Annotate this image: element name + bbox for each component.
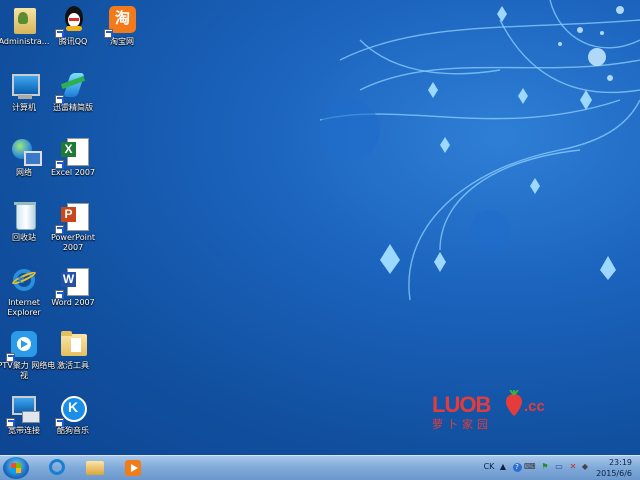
pptv-icon xyxy=(6,328,40,362)
excel-icon: X xyxy=(55,135,89,169)
desktop-icon-thunder[interactable]: 迅雷精简版 xyxy=(41,70,105,113)
desktop-icon-powerpoint[interactable]: P PowerPoint 2007 xyxy=(41,200,105,253)
desktop-icon-kugou[interactable]: K 酷狗音乐 xyxy=(41,393,105,436)
shortcut-arrow-icon xyxy=(55,418,64,427)
desktop-icon-word[interactable]: W Word 2007 xyxy=(41,265,105,308)
network-icon xyxy=(8,135,42,167)
volume-muted-icon[interactable]: ✕ xyxy=(568,461,578,473)
desktop-icon-excel[interactable]: X Excel 2007 xyxy=(41,135,105,178)
computer-icon xyxy=(8,70,40,102)
language-indicator[interactable]: CK xyxy=(482,461,496,473)
broadband-connection-icon xyxy=(6,393,40,427)
clock[interactable]: 23:19 2015/6/6 xyxy=(596,457,632,479)
internet-explorer-icon xyxy=(49,459,65,475)
shortcut-arrow-icon xyxy=(6,353,15,362)
desktop-icon-taobao[interactable]: 淘 淘宝网 xyxy=(90,4,154,47)
recycle-bin-icon xyxy=(8,200,40,232)
shortcut-arrow-icon xyxy=(55,225,64,234)
monitor-tray-icon[interactable]: ▭ xyxy=(554,461,564,473)
qq-penguin-icon xyxy=(55,4,89,38)
user-folder-icon xyxy=(8,4,40,36)
shortcut-arrow-icon xyxy=(55,290,64,299)
internet-explorer-icon: e xyxy=(8,265,40,297)
file-explorer-icon xyxy=(86,461,104,475)
logo-suffix: .cc xyxy=(524,398,545,415)
shortcut-arrow-icon xyxy=(55,160,64,169)
taskbar: CK ▲ ? ⌨ ⚑ ▭ ✕ ◆ 23:19 2015/6/6 xyxy=(0,455,640,480)
taskbar-ie-button[interactable] xyxy=(40,457,74,479)
kugou-music-icon: K xyxy=(55,393,89,427)
thunder-icon xyxy=(55,70,89,104)
powerpoint-icon: P xyxy=(55,200,89,234)
folder-icon xyxy=(57,328,89,360)
start-button[interactable] xyxy=(3,457,29,479)
desktop[interactable]: Administra... 腾讯QQ 淘 淘宝网 计算机 迅雷精简版 网络 X … xyxy=(0,0,640,455)
system-tray: CK ▲ ? ⌨ ⚑ ▭ ✕ ◆ 23:19 2015/6/6 xyxy=(478,456,640,480)
desktop-icon-activation-tools[interactable]: 激活工具 xyxy=(41,328,105,371)
wallpaper-logo: LUOB .cc 萝卜家园 xyxy=(432,390,552,436)
taskbar-explorer-button[interactable] xyxy=(78,457,112,479)
action-center-icon[interactable]: ◆ xyxy=(580,461,590,473)
clock-time: 23:19 xyxy=(608,458,632,467)
wallpaper-floral-art xyxy=(319,0,640,301)
network-tray-icon[interactable]: ▲ xyxy=(498,461,508,473)
keyboard-tray-icon[interactable]: ⌨ xyxy=(524,461,536,473)
shortcut-arrow-icon xyxy=(6,418,15,427)
logo-subtitle: 萝卜家园 xyxy=(432,418,492,431)
radish-icon xyxy=(506,390,522,416)
shortcut-arrow-icon xyxy=(55,95,64,104)
clock-date: 2015/6/6 xyxy=(596,469,632,478)
flag-tray-icon[interactable]: ⚑ xyxy=(540,461,550,473)
taskbar-media-button[interactable] xyxy=(116,457,150,479)
help-tray-icon[interactable]: ? xyxy=(512,461,522,473)
taobao-icon: 淘 xyxy=(104,4,138,38)
shortcut-arrow-icon xyxy=(104,29,113,38)
word-icon: W xyxy=(55,265,89,299)
logo-main-text: LUOB xyxy=(432,392,491,417)
shortcut-arrow-icon xyxy=(55,29,64,38)
